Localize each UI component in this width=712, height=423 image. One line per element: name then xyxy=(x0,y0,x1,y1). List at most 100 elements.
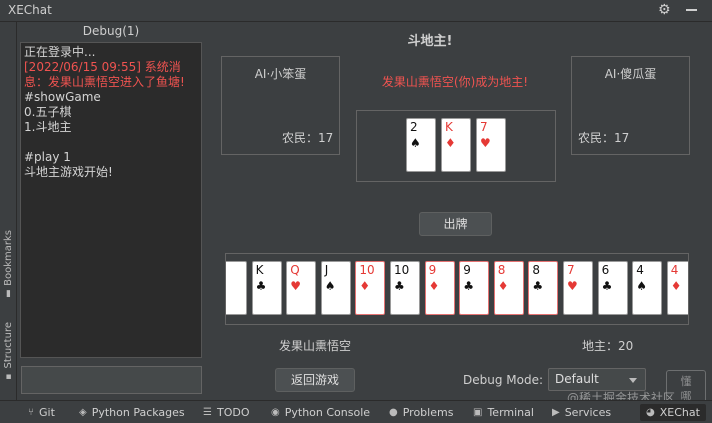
card-rank: 8 xyxy=(532,263,541,277)
right-player-name: AI·傻瓜蛋 xyxy=(604,67,657,81)
card-rank: J xyxy=(324,263,329,277)
card-suit-icon: ♥ xyxy=(480,136,491,150)
left-tool-strip: Bookmarks ▮ Structure ▪ xyxy=(0,22,17,400)
card-suit-icon: ♦ xyxy=(445,136,456,150)
debug-line xyxy=(24,135,198,150)
right-player-panel: AI·傻瓜蛋 农民：17 xyxy=(571,56,690,155)
playing-card[interactable]: 4 ♦ xyxy=(666,261,688,315)
card-suit-icon: ♣ xyxy=(532,279,544,293)
card-suit-icon: ♠ xyxy=(324,279,336,293)
card-suit-icon: ♥ xyxy=(290,279,301,293)
card-rank: 4 xyxy=(670,263,679,277)
card-suit-icon: ♦ xyxy=(428,279,440,293)
bottom-tool-bar: ⑂ Git ◈ Python Packages ☰ TODO ◉ Python Console… xyxy=(0,400,712,423)
card-suit-icon: ♣ xyxy=(394,279,405,293)
card-rank: 2 xyxy=(410,120,418,134)
playing-card[interactable]: 7 ♥ xyxy=(476,118,506,172)
tab-git[interactable]: ⑂ Git xyxy=(28,404,55,421)
playing-card[interactable]: 9 ♣ xyxy=(459,261,490,315)
playing-card[interactable]: 2 ♠ xyxy=(406,118,436,172)
tab-todo[interactable]: ☰ TODO xyxy=(203,404,249,421)
card-suit-icon: ♦ xyxy=(225,279,226,293)
card-rank: 7 xyxy=(567,263,575,277)
card-suit-icon: ♣ xyxy=(601,279,613,293)
tab-label: Services xyxy=(564,406,612,419)
playing-card[interactable]: 6 ♣ xyxy=(597,261,628,315)
structure-tab-label: Structure xyxy=(3,322,14,369)
tab-services[interactable]: ▶ Services xyxy=(552,404,611,421)
python-console-icon: ◉ xyxy=(271,407,280,418)
bookmarks-tab-label: Bookmarks xyxy=(3,230,14,286)
card-suit-icon: ♣ xyxy=(463,279,474,293)
play-cards-button[interactable]: 出牌 xyxy=(419,212,492,236)
debug-mode-label: Debug Mode: xyxy=(463,373,544,387)
debug-line: 1.斗地主 xyxy=(24,120,72,134)
playing-card[interactable]: 9 ♦ xyxy=(424,261,455,315)
card-rank: K xyxy=(445,120,453,134)
tab-label: TODO xyxy=(216,406,250,419)
my-player-role: 地主：20 xyxy=(582,339,634,353)
window-titlebar: XEChat ⚙ xyxy=(0,0,712,22)
debug-line: #play 1 xyxy=(24,150,71,164)
bookmarks-tab[interactable]: Bookmarks ▮ xyxy=(1,230,16,299)
back-to-game-button[interactable]: 返回游戏 xyxy=(275,368,355,392)
structure-icon: ▪ xyxy=(5,371,12,382)
landlord-cards-panel: 2 ♠ K ♦ 7 ♥ xyxy=(356,110,556,182)
chat-input[interactable] xyxy=(21,366,202,394)
left-player-role: 农民：17 xyxy=(282,131,334,145)
xechat-icon: ◕ xyxy=(646,407,655,418)
card-rank: 7 xyxy=(480,120,488,134)
playing-card[interactable]: K♦ xyxy=(225,261,247,315)
tab-label: Problems xyxy=(402,406,454,419)
debug-line: #showGame xyxy=(24,90,101,104)
playing-card[interactable]: 7 ♥ xyxy=(563,261,593,315)
gear-icon[interactable]: ⚙ xyxy=(658,2,671,18)
my-player-name: 发果山熏悟空 xyxy=(278,339,351,353)
game-title: 斗地主! xyxy=(407,34,453,49)
problems-icon: ● xyxy=(389,407,398,418)
playing-card[interactable]: J ♠ xyxy=(320,261,351,315)
left-player-name: AI·小笨蛋 xyxy=(254,67,307,81)
playing-card[interactable]: 8 ♣ xyxy=(528,261,559,315)
card-rank: 10 xyxy=(394,263,410,277)
tab-python-packages[interactable]: ◈ Python Packages xyxy=(79,404,185,421)
debug-mode-value: Default xyxy=(555,372,599,386)
minimize-icon[interactable] xyxy=(686,9,697,11)
terminal-icon: ▣ xyxy=(473,407,483,418)
debug-line: [2022/06/15 09:55] 系统消息：发果山熏悟空进入了鱼塘! xyxy=(24,60,185,89)
chevron-down-icon xyxy=(629,378,637,383)
debug-mode-select[interactable]: Default xyxy=(548,368,646,391)
tab-label: Python Packages xyxy=(91,406,185,419)
playing-card[interactable]: 4 ♠ xyxy=(632,261,663,315)
tab-label: Terminal xyxy=(487,406,534,419)
playing-card[interactable]: Q ♥ xyxy=(286,261,317,315)
card-rank: 8 xyxy=(497,263,506,277)
left-player-panel: AI·小笨蛋 农民：17 xyxy=(221,56,340,155)
card-suit-icon: ♦ xyxy=(359,279,371,293)
structure-tab[interactable]: Structure ▪ xyxy=(1,322,16,382)
card-suit-icon: ♦ xyxy=(670,279,682,293)
tab-terminal[interactable]: ▣ Terminal xyxy=(473,404,534,421)
todo-list-icon: ☰ xyxy=(203,407,212,418)
player-hand: K♦K♣Q♥J♠10♦10♣9♦9♣8♦8♣7♥6♣4♠4♦ xyxy=(225,253,689,325)
playing-card[interactable]: K ♣ xyxy=(251,261,282,315)
tab-python-console[interactable]: ◉ Python Console xyxy=(271,404,370,421)
playing-card[interactable]: 8 ♦ xyxy=(493,261,524,315)
playing-card[interactable]: K♦ xyxy=(441,118,471,172)
debug-line: 正在登录中... xyxy=(24,45,96,59)
window-title: XEChat xyxy=(8,3,52,17)
tab-problems[interactable]: ● Problems xyxy=(389,404,453,421)
tab-label: XEChat xyxy=(659,406,700,419)
git-branch-icon: ⑂ xyxy=(28,407,34,418)
card-rank: 9 xyxy=(428,263,437,277)
playing-card[interactable]: 10 ♣ xyxy=(390,261,420,315)
debug-header: Debug(1) xyxy=(82,24,140,38)
landlord-announcement: 发果山熏悟空(你)成为地主! xyxy=(381,75,529,89)
card-suit-icon: ♣ xyxy=(255,279,267,293)
card-rank: 4 xyxy=(636,263,644,277)
card-suit-icon: ♥ xyxy=(567,279,578,293)
tab-xechat[interactable]: ◕ XEChat xyxy=(640,404,706,421)
right-player-role: 农民：17 xyxy=(578,131,630,145)
debug-output[interactable]: 正在登录中... [2022/06/15 09:55] 系统消息：发果山熏悟空进入… xyxy=(20,42,202,358)
playing-card[interactable]: 10 ♦ xyxy=(355,261,386,315)
